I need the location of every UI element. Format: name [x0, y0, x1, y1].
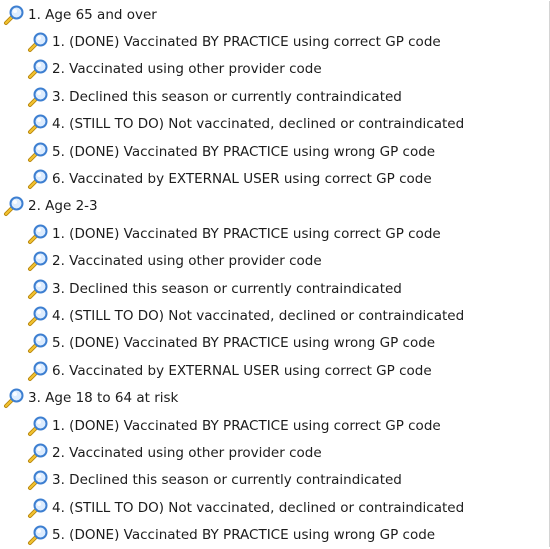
- magnifier-icon: [28, 59, 48, 80]
- tree-node-label: 4. (STILL TO DO) Not vaccinated, decline…: [52, 307, 465, 324]
- tree-node-declined-contraindicated[interactable]: 3. Declined this season or currently con…: [0, 275, 549, 302]
- magnifier-icon: [28, 361, 48, 381]
- magnifier-icon: [28, 470, 48, 491]
- tree-node-label: 5. (DONE) Vaccinated BY PRACTICE using w…: [52, 527, 436, 544]
- tree-node-age-65-and-over[interactable]: 1. Age 65 and over: [0, 1, 549, 28]
- tree-node-label: 2. Age 2-3: [28, 198, 98, 215]
- tree-node-label: 3. Declined this season or currently con…: [52, 280, 402, 297]
- magnifier-icon: [28, 32, 48, 53]
- magnifier-icon: [28, 169, 48, 190]
- magnifier-icon: [28, 333, 48, 354]
- tree-node-label: 2. Vaccinated using other provider code: [52, 444, 322, 461]
- search-tree: 1. Age 65 and over 1. (DONE) Vaccinated …: [0, 1, 550, 547]
- tree-node-label: 1. (DONE) Vaccinated BY PRACTICE using c…: [52, 225, 441, 242]
- magnifier-icon: [28, 525, 48, 546]
- tree-node-still-to-do[interactable]: 4. (STILL TO DO) Not vaccinated, decline…: [0, 302, 549, 329]
- magnifier-icon: [4, 196, 24, 217]
- tree-node-label: 3. Declined this season or currently con…: [52, 472, 402, 489]
- tree-node-declined-contraindicated[interactable]: 3. Declined this season or currently con…: [0, 83, 549, 110]
- tree-node-label: 4. (STILL TO DO) Not vaccinated, decline…: [52, 499, 465, 516]
- magnifier-icon: [28, 251, 48, 272]
- tree-node-external-user[interactable]: 6. Vaccinated by EXTERNAL USER using cor…: [0, 165, 549, 192]
- tree-node-still-to-do[interactable]: 4. (STILL TO DO) Not vaccinated, decline…: [0, 494, 549, 521]
- tree-node-label: 5. (DONE) Vaccinated BY PRACTICE using w…: [52, 143, 436, 160]
- tree-node-external-user[interactable]: 6. Vaccinated by EXTERNAL USER using cor…: [0, 357, 549, 384]
- tree-node-done-correct-gp-code[interactable]: 1. (DONE) Vaccinated BY PRACTICE using c…: [0, 220, 549, 247]
- tree-node-label: 3. Declined this season or currently con…: [52, 88, 402, 105]
- tree-node-label: 3. Age 18 to 64 at risk: [28, 390, 179, 407]
- tree-node-done-correct-gp-code[interactable]: 1. (DONE) Vaccinated BY PRACTICE using c…: [0, 28, 549, 55]
- magnifier-icon: [28, 224, 48, 244]
- tree-node-label: 6. Vaccinated by EXTERNAL USER using cor…: [52, 171, 432, 188]
- magnifier-icon: [4, 388, 24, 409]
- tree-node-declined-contraindicated[interactable]: 3. Declined this season or currently con…: [0, 467, 549, 494]
- magnifier-icon: [28, 306, 48, 326]
- tree-node-other-provider-code[interactable]: 2. Vaccinated using other provider code: [0, 248, 549, 275]
- magnifier-icon: [28, 416, 48, 436]
- tree-node-label: 6. Vaccinated by EXTERNAL USER using cor…: [52, 362, 432, 379]
- tree-node-other-provider-code[interactable]: 2. Vaccinated using other provider code: [0, 56, 549, 83]
- magnifier-icon: [28, 279, 48, 299]
- tree-node-other-provider-code[interactable]: 2. Vaccinated using other provider code: [0, 439, 549, 466]
- tree-node-label: 2. Vaccinated using other provider code: [52, 253, 322, 270]
- tree-node-label: 1. Age 65 and over: [28, 6, 157, 23]
- magnifier-icon: [4, 5, 24, 25]
- tree-node-done-wrong-gp-code[interactable]: 5. (DONE) Vaccinated BY PRACTICE using w…: [0, 138, 549, 165]
- tree-node-age-18-to-64-at-risk[interactable]: 3. Age 18 to 64 at risk: [0, 384, 549, 411]
- magnifier-icon: [28, 87, 48, 107]
- tree-node-label: 5. (DONE) Vaccinated BY PRACTICE using w…: [52, 335, 436, 352]
- magnifier-icon: [28, 114, 48, 135]
- tree-node-label: 4. (STILL TO DO) Not vaccinated, decline…: [52, 116, 465, 133]
- tree-node-done-wrong-gp-code[interactable]: 5. (DONE) Vaccinated BY PRACTICE using w…: [0, 521, 549, 548]
- tree-node-label: 2. Vaccinated using other provider code: [52, 61, 322, 78]
- tree-node-done-correct-gp-code[interactable]: 1. (DONE) Vaccinated BY PRACTICE using c…: [0, 412, 549, 439]
- tree-node-age-2-3[interactable]: 2. Age 2-3: [0, 193, 549, 220]
- tree-node-still-to-do[interactable]: 4. (STILL TO DO) Not vaccinated, decline…: [0, 111, 549, 138]
- tree-node-done-wrong-gp-code[interactable]: 5. (DONE) Vaccinated BY PRACTICE using w…: [0, 330, 549, 357]
- magnifier-icon: [28, 498, 48, 518]
- magnifier-icon: [28, 443, 48, 463]
- tree-node-label: 1. (DONE) Vaccinated BY PRACTICE using c…: [52, 34, 441, 51]
- tree-node-label: 1. (DONE) Vaccinated BY PRACTICE using c…: [52, 417, 441, 434]
- magnifier-icon: [28, 142, 48, 162]
